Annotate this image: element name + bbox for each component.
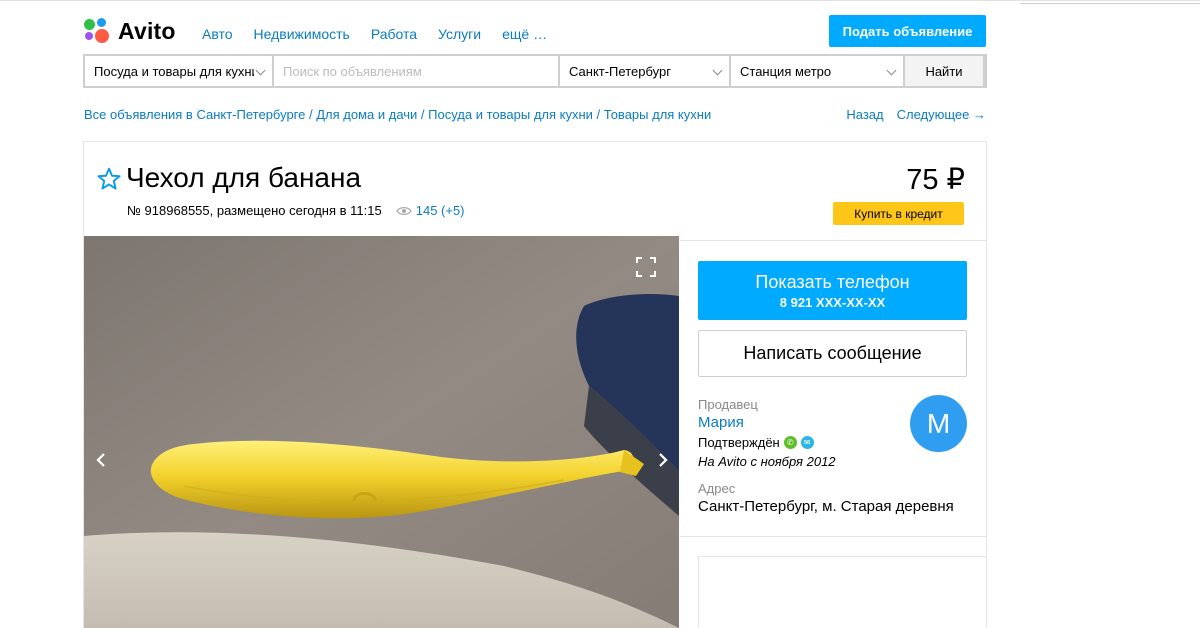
favorite-star-icon[interactable]: [96, 166, 122, 192]
metro-value: Станция метро: [740, 63, 832, 79]
views-counter[interactable]: 145 (+5): [396, 203, 465, 218]
side-ad-box: [698, 556, 987, 628]
divider: [680, 240, 986, 241]
phone-verified-icon: ✆: [783, 436, 797, 449]
category-select[interactable]: Посуда и товары для кухни: [85, 56, 272, 86]
seller-since: На Avito с ноября 2012: [698, 454, 836, 469]
avatar[interactable]: M: [910, 395, 967, 452]
back-link[interactable]: Назад: [846, 107, 883, 122]
breadcrumb-item[interactable]: Товары для кухни: [604, 107, 711, 122]
top-border-right: [1020, 0, 1200, 4]
chevron-right-icon[interactable]: [654, 450, 672, 470]
metro-select[interactable]: Станция метро: [731, 56, 903, 86]
verified-text: Подтверждён: [698, 435, 780, 450]
city-select[interactable]: Санкт-Петербург: [560, 56, 729, 86]
phone-masked: 8 921 XXX-XX-XX: [779, 294, 886, 310]
find-button[interactable]: Найти: [905, 56, 983, 86]
nav-item-realty[interactable]: Недвижимость: [254, 26, 350, 42]
views-count: 145 (+5): [415, 203, 465, 218]
chevron-down-icon: [255, 65, 266, 76]
breadcrumb-item[interactable]: Для дома и дачи: [316, 107, 417, 122]
show-phone-label: Показать телефон: [755, 271, 910, 292]
fullscreen-icon[interactable]: [636, 257, 656, 277]
eye-icon: [396, 206, 412, 215]
listing-photo[interactable]: [84, 236, 679, 628]
write-message-button[interactable]: Написать сообщение: [698, 330, 967, 377]
divider: [680, 536, 986, 537]
listing-price: 75 ₽: [906, 164, 965, 196]
listing-pager: Назад Следующее →: [846, 107, 986, 122]
listing-number: № 918968555, размещено сегодня в 11:15: [127, 203, 382, 218]
next-link[interactable]: Следующее →: [897, 107, 986, 122]
post-ad-button[interactable]: Подать объявление: [829, 15, 986, 47]
seller-label: Продавец: [698, 397, 758, 412]
chevron-left-icon[interactable]: [92, 450, 110, 470]
category-value: Посуда и товары для кухни: [94, 63, 254, 79]
avito-logo[interactable]: Avito: [84, 16, 176, 46]
chevron-down-icon: [712, 65, 723, 76]
nav-item-more[interactable]: ещё …: [502, 26, 547, 42]
nav-item-auto[interactable]: Авто: [202, 26, 233, 42]
logo-text: Avito: [118, 17, 176, 44]
listing-meta: № 918968555, размещено сегодня в 11:15 1…: [127, 203, 465, 218]
address-label: Адрес: [698, 481, 736, 496]
breadcrumb-item[interactable]: Все объявления в Санкт-Петербурге: [84, 107, 305, 122]
seller-verified: Подтверждён ✆ ✉: [698, 435, 814, 450]
nav-item-jobs[interactable]: Работа: [371, 26, 417, 42]
chevron-down-icon: [886, 65, 897, 76]
seller-name-link[interactable]: Мария: [698, 414, 744, 431]
search-bar: Посуда и товары для кухни Санкт-Петербур…: [83, 54, 987, 88]
breadcrumb-item[interactable]: Посуда и товары для кухни: [428, 107, 593, 122]
email-verified-icon: ✉: [800, 436, 814, 449]
nav-item-services[interactable]: Услуги: [438, 26, 481, 42]
show-phone-button[interactable]: Показать телефон 8 921 XXX-XX-XX: [698, 261, 967, 320]
search-input[interactable]: [274, 56, 558, 86]
logo-dots-icon: [84, 17, 112, 45]
top-nav: Авто Недвижимость Работа Услуги ещё …: [202, 26, 568, 42]
breadcrumb: Все объявления в Санкт-Петербурге / Для …: [84, 107, 711, 122]
address-value: Санкт-Петербург, м. Старая деревня: [698, 498, 954, 515]
listing-title: Чехол для банана: [126, 162, 362, 193]
banana-case-photo: [84, 236, 679, 628]
city-value: Санкт-Петербург: [569, 63, 671, 79]
buy-on-credit-button[interactable]: Купить в кредит: [833, 202, 964, 225]
breadcrumb-separator: /: [596, 107, 604, 122]
